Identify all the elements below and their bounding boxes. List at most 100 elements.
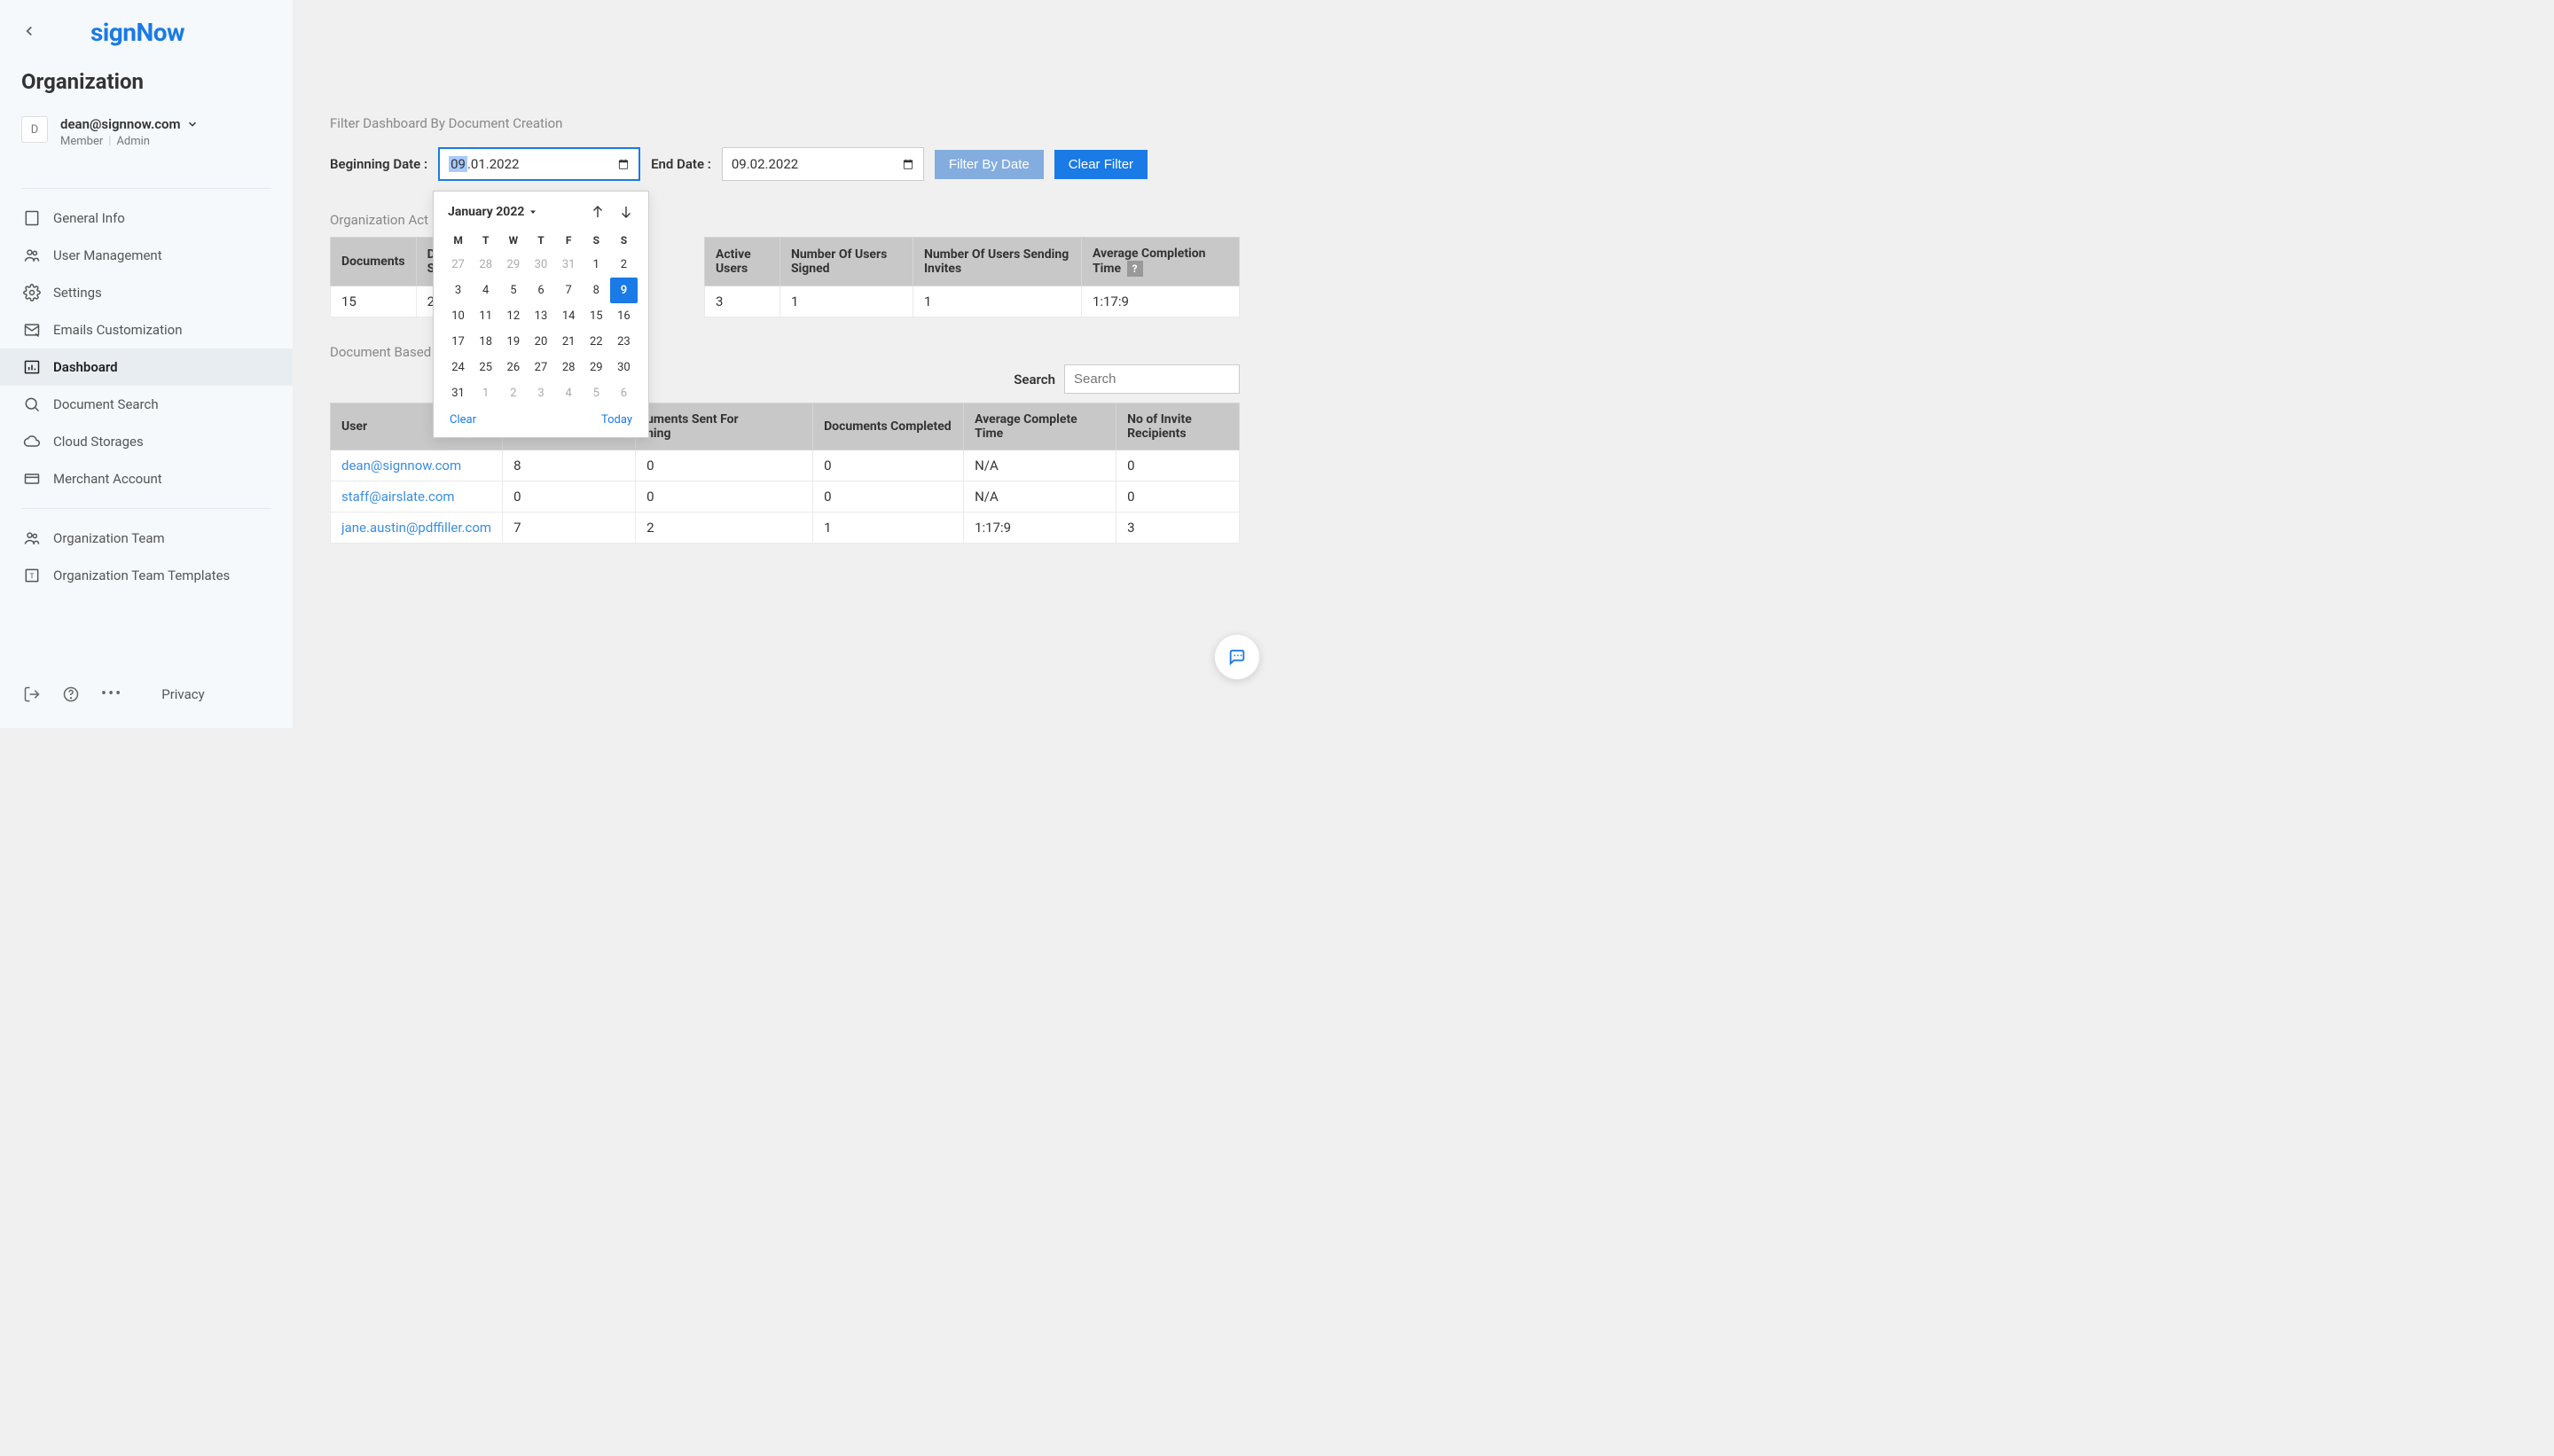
beginning-date-label: Beginning Date : — [330, 156, 427, 172]
dp-day[interactable]: 21 — [555, 329, 583, 355]
dp-day[interactable]: 11 — [472, 303, 499, 329]
nav-merchant-account[interactable]: Merchant Account — [0, 460, 293, 497]
dp-day[interactable]: 7 — [555, 278, 583, 303]
org-title: Organization — [21, 69, 271, 94]
envelope-icon — [23, 321, 41, 339]
dp-day[interactable]: 4 — [472, 278, 499, 303]
date-picker[interactable]: January 2022 MTWTFSS27282930311234567891… — [433, 191, 649, 438]
dp-today[interactable]: Today — [601, 413, 632, 427]
user-block[interactable]: D dean@signnow.com Member|Admin — [21, 116, 271, 148]
dp-day[interactable]: 2 — [499, 380, 527, 406]
user-link[interactable]: staff@airslate.com — [341, 489, 455, 505]
calendar-icon — [902, 158, 914, 170]
dp-day[interactable]: 3 — [444, 278, 472, 303]
dp-day[interactable]: 17 — [444, 329, 472, 355]
nav-dashboard[interactable]: Dashboard — [0, 348, 293, 386]
dp-dow: T — [472, 229, 499, 252]
dp-day[interactable]: 31 — [555, 252, 583, 278]
help-badge[interactable]: ? — [1127, 261, 1143, 277]
dp-day[interactable]: 30 — [527, 252, 554, 278]
dp-day[interactable]: 28 — [555, 355, 583, 380]
dp-day[interactable]: 31 — [444, 380, 472, 406]
clear-filter-button[interactable]: Clear Filter — [1054, 150, 1148, 179]
privacy-link[interactable]: Privacy — [161, 686, 204, 702]
nav-org-team[interactable]: Organization Team — [0, 520, 293, 557]
dp-month-selector[interactable]: January 2022 — [448, 205, 538, 219]
dp-day[interactable]: 4 — [555, 380, 583, 406]
nav-general-info[interactable]: General Info — [0, 200, 293, 237]
dp-day[interactable]: 6 — [610, 380, 638, 406]
end-date-label: End Date : — [651, 156, 711, 172]
end-date-input[interactable]: 09.02.2022 — [722, 147, 924, 181]
user-link[interactable]: dean@signnow.com — [341, 458, 461, 474]
avatar: D — [21, 116, 48, 143]
nav-user-management[interactable]: User Management — [0, 237, 293, 274]
sidebar-footer: ••• Privacy — [0, 669, 293, 728]
user-link[interactable]: jane.austin@pdffiller.com — [341, 520, 491, 536]
dp-day[interactable]: 18 — [472, 329, 499, 355]
dp-day[interactable]: 23 — [610, 329, 638, 355]
dp-dow: S — [583, 229, 610, 252]
dp-day[interactable]: 22 — [583, 329, 610, 355]
logout-icon[interactable] — [23, 685, 41, 703]
dp-day[interactable]: 29 — [499, 252, 527, 278]
dp-day[interactable]: 9 — [610, 278, 638, 303]
caret-down-icon — [528, 207, 538, 217]
user-email[interactable]: dean@signnow.com — [60, 116, 271, 132]
dp-day[interactable]: 19 — [499, 329, 527, 355]
dp-grid: MTWTFSS272829303112345678910111213141516… — [444, 229, 638, 406]
filter-by-date-button[interactable]: Filter By Date — [935, 150, 1044, 179]
nav-cloud-storages[interactable]: Cloud Storages — [0, 423, 293, 460]
dp-day[interactable]: 1 — [472, 380, 499, 406]
dp-day[interactable]: 5 — [499, 278, 527, 303]
dp-day[interactable]: 24 — [444, 355, 472, 380]
dp-day[interactable]: 12 — [499, 303, 527, 329]
nav-emails[interactable]: Emails Customization — [0, 311, 293, 348]
dp-clear[interactable]: Clear — [450, 413, 476, 427]
nav-document-search[interactable]: Document Search — [0, 386, 293, 423]
logo: signNow — [90, 18, 184, 47]
dp-day[interactable]: 8 — [583, 278, 610, 303]
arrow-down-icon[interactable] — [618, 204, 634, 220]
chevron-down-icon — [186, 118, 199, 130]
th-sent: uments Sent For ning — [636, 403, 813, 450]
chart-icon — [23, 358, 41, 376]
dp-day[interactable]: 3 — [527, 380, 554, 406]
dp-day[interactable]: 2 — [610, 252, 638, 278]
dp-day[interactable]: 10 — [444, 303, 472, 329]
chat-icon — [1227, 647, 1247, 667]
gear-icon — [23, 284, 41, 301]
dp-day[interactable]: 29 — [583, 355, 610, 380]
dp-day[interactable]: 1 — [583, 252, 610, 278]
back-button[interactable] — [21, 22, 37, 43]
dp-day[interactable]: 26 — [499, 355, 527, 380]
dp-day[interactable]: 13 — [527, 303, 554, 329]
beginning-date-input[interactable]: 09.01.2022 — [438, 147, 640, 181]
table-row: staff@airslate.com 0 0 0 N/A 0 — [331, 481, 1240, 513]
th-documents: Documents — [331, 238, 417, 286]
dp-day[interactable]: 16 — [610, 303, 638, 329]
search-input[interactable] — [1064, 364, 1240, 394]
dp-day[interactable]: 30 — [610, 355, 638, 380]
dp-day[interactable]: 15 — [583, 303, 610, 329]
dp-day[interactable]: 27 — [527, 355, 554, 380]
dp-dow: F — [555, 229, 583, 252]
arrow-up-icon[interactable] — [590, 204, 606, 220]
chat-fab[interactable] — [1215, 635, 1259, 679]
dp-day[interactable]: 6 — [527, 278, 554, 303]
dp-day[interactable]: 20 — [527, 329, 554, 355]
dp-dow: S — [610, 229, 638, 252]
building-icon — [23, 209, 41, 227]
help-icon[interactable] — [62, 685, 80, 703]
sidebar: signNow Organization D dean@signnow.com … — [0, 0, 293, 728]
dp-day[interactable]: 27 — [444, 252, 472, 278]
user-role: Member|Admin — [60, 135, 271, 148]
dp-day[interactable]: 14 — [555, 303, 583, 329]
nav-settings[interactable]: Settings — [0, 274, 293, 311]
dp-day[interactable]: 28 — [472, 252, 499, 278]
card-icon — [23, 470, 41, 488]
nav-org-team-templates[interactable]: T Organization Team Templates — [0, 557, 293, 594]
more-icon[interactable]: ••• — [101, 685, 122, 703]
dp-day[interactable]: 5 — [583, 380, 610, 406]
dp-day[interactable]: 25 — [472, 355, 499, 380]
